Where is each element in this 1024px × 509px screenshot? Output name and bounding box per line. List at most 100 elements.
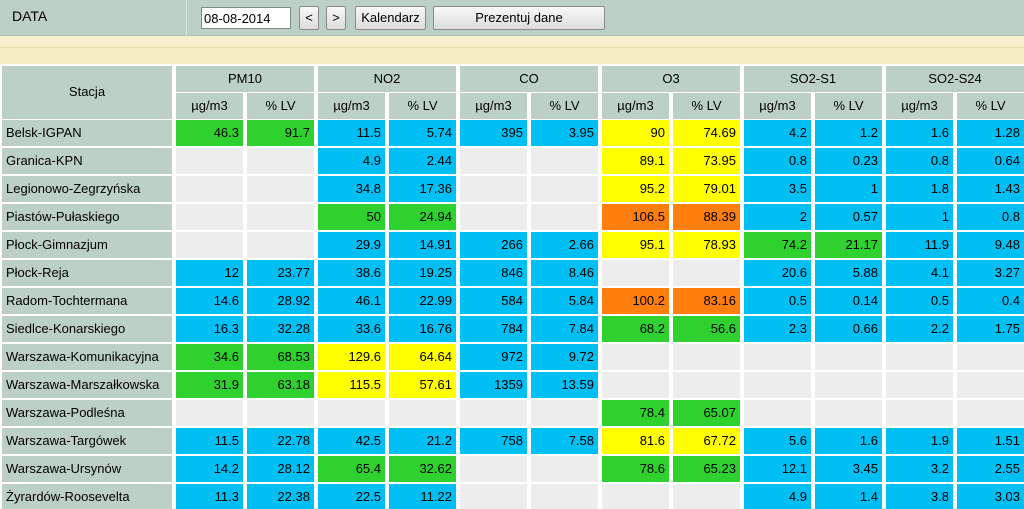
percent-lv-cell-pm10: [247, 204, 314, 230]
percent-lv-cell-co: 8.46: [531, 260, 598, 286]
value-cell-so2-s1: 4.2: [744, 120, 811, 146]
value-cell-no2: 129.6: [318, 344, 385, 370]
show-data-button[interactable]: Prezentuj dane: [433, 6, 605, 30]
percent-lv-cell-co: 5.84: [531, 288, 598, 314]
value-cell-so2-s24: 4.1: [886, 260, 953, 286]
date-input[interactable]: [201, 7, 291, 29]
value-cell-o3: 95.2: [602, 176, 669, 202]
station-name: Płock-Reja: [2, 260, 172, 286]
value-cell-o3: [602, 372, 669, 398]
value-cell-co: 758: [460, 428, 527, 454]
value-cell-co: [460, 400, 527, 426]
percent-lv-cell-so2-s1: [815, 372, 882, 398]
value-cell-pm10: [176, 148, 243, 174]
percent-lv-cell-no2: 11.22: [389, 484, 456, 509]
percent-lv-cell-pm10: 22.38: [247, 484, 314, 509]
station-name: Żyrardów-Roosevelta: [2, 484, 172, 509]
value-cell-pm10: [176, 204, 243, 230]
percent-lv-cell-no2: 17.36: [389, 176, 456, 202]
toolbar-divider: [186, 0, 187, 36]
percent-lv-cell-co: [531, 456, 598, 482]
percent-lv-cell-so2-s1: 5.88: [815, 260, 882, 286]
value-cell-so2-s24: 1: [886, 204, 953, 230]
unit-header: µg/m3: [176, 93, 243, 119]
group-header-co: CO: [460, 66, 598, 92]
percent-lv-cell-so2-s1: 0.66: [815, 316, 882, 342]
value-cell-no2: 34.8: [318, 176, 385, 202]
value-cell-pm10: 11.3: [176, 484, 243, 509]
value-cell-pm10: 34.6: [176, 344, 243, 370]
percent-lv-cell-co: 7.84: [531, 316, 598, 342]
percent-lv-cell-so2-s24: 1.51: [957, 428, 1024, 454]
next-day-button[interactable]: >: [326, 6, 346, 30]
percent-lv-cell-co: [531, 204, 598, 230]
percent-lv-cell-so2-s24: 1.75: [957, 316, 1024, 342]
percent-lv-cell-so2-s24: 0.8: [957, 204, 1024, 230]
value-cell-so2-s1: 3.5: [744, 176, 811, 202]
percent-lv-cell-so2-s24: 1.28: [957, 120, 1024, 146]
percent-lv-cell-so2-s1: 1: [815, 176, 882, 202]
percent-lv-cell-so2-s1: 0.57: [815, 204, 882, 230]
group-header-pm10: PM10: [176, 66, 314, 92]
group-header-o3: O3: [602, 66, 740, 92]
percent-lv-header: % LV: [247, 93, 314, 119]
value-cell-pm10: 11.5: [176, 428, 243, 454]
value-cell-so2-s1: 12.1: [744, 456, 811, 482]
percent-lv-cell-no2: 32.62: [389, 456, 456, 482]
value-cell-so2-s1: 20.6: [744, 260, 811, 286]
percent-lv-cell-no2: 22.99: [389, 288, 456, 314]
percent-lv-cell-no2: 64.64: [389, 344, 456, 370]
percent-lv-cell-so2-s24: 3.27: [957, 260, 1024, 286]
value-cell-co: [460, 456, 527, 482]
value-cell-no2: 42.5: [318, 428, 385, 454]
percent-lv-cell-so2-s1: 21.17: [815, 232, 882, 258]
value-cell-o3: 100.2: [602, 288, 669, 314]
percent-lv-cell-co: [531, 176, 598, 202]
percent-lv-cell-pm10: 91.7: [247, 120, 314, 146]
station-name: Siedlce-Konarskiego: [2, 316, 172, 342]
station-name: Warszawa-Targówek: [2, 428, 172, 454]
value-cell-so2-s24: 0.8: [886, 148, 953, 174]
percent-lv-cell-co: 3.95: [531, 120, 598, 146]
percent-lv-cell-pm10: 22.78: [247, 428, 314, 454]
value-cell-no2: 11.5: [318, 120, 385, 146]
value-cell-so2-s24: [886, 400, 953, 426]
value-cell-so2-s24: 1.8: [886, 176, 953, 202]
value-cell-co: 784: [460, 316, 527, 342]
value-cell-no2: 4.9: [318, 148, 385, 174]
date-label: DATA: [12, 8, 48, 24]
percent-lv-cell-pm10: [247, 400, 314, 426]
group-header-so2-s24: SO2-S24: [886, 66, 1024, 92]
value-cell-so2-s24: [886, 372, 953, 398]
value-cell-o3: 78.4: [602, 400, 669, 426]
group-header-no2: NO2: [318, 66, 456, 92]
percent-lv-cell-no2: 57.61: [389, 372, 456, 398]
value-cell-o3: [602, 484, 669, 509]
previous-day-button[interactable]: <: [299, 6, 319, 30]
percent-lv-cell-no2: 14.91: [389, 232, 456, 258]
measurements-table: Stacja PM10 µg/m3% LV NO2 µg/m3% LV CO µg/m3% …: [0, 64, 1024, 509]
value-cell-co: [460, 176, 527, 202]
percent-lv-cell-so2-s1: 3.45: [815, 456, 882, 482]
value-cell-o3: [602, 260, 669, 286]
percent-lv-cell-co: 7.58: [531, 428, 598, 454]
percent-lv-cell-co: 9.72: [531, 344, 598, 370]
station-name: Legionowo-Zegrzyńska: [2, 176, 172, 202]
calendar-button[interactable]: Kalendarz: [355, 6, 426, 30]
percent-lv-cell-so2-s1: 1.4: [815, 484, 882, 509]
station-name: Warszawa-Podleśna: [2, 400, 172, 426]
percent-lv-cell-so2-s24: 3.03: [957, 484, 1024, 509]
percent-lv-cell-so2-s24: 0.4: [957, 288, 1024, 314]
station-name: Radom-Tochtermana: [2, 288, 172, 314]
value-cell-co: [460, 148, 527, 174]
percent-lv-cell-so2-s1: 1.2: [815, 120, 882, 146]
percent-lv-cell-no2: [389, 400, 456, 426]
value-cell-so2-s24: 1.6: [886, 120, 953, 146]
percent-lv-cell-pm10: 23.77: [247, 260, 314, 286]
percent-lv-cell-no2: 21.2: [389, 428, 456, 454]
value-cell-no2: 29.9: [318, 232, 385, 258]
percent-lv-cell-o3: [673, 372, 740, 398]
value-cell-pm10: 14.2: [176, 456, 243, 482]
value-cell-co: 584: [460, 288, 527, 314]
percent-lv-cell-o3: [673, 260, 740, 286]
